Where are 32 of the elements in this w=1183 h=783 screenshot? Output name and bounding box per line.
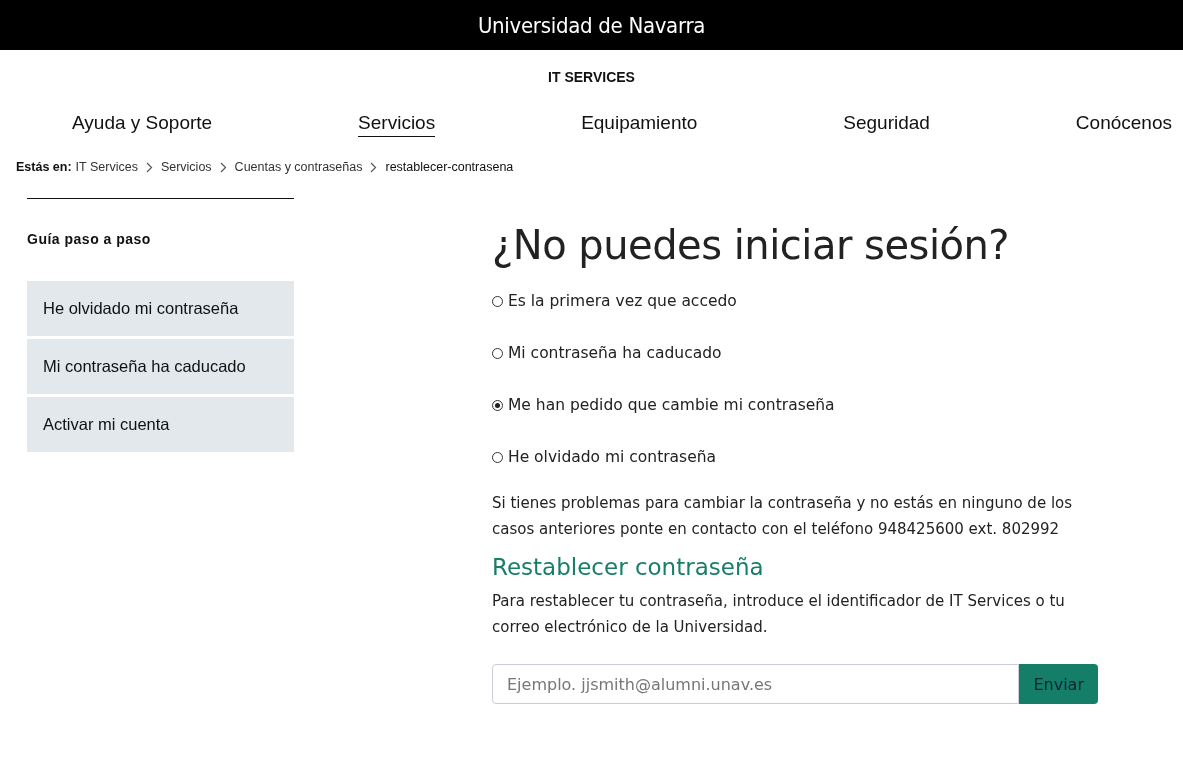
nav-link[interactable]: Ayuda y Soporte bbox=[72, 112, 213, 136]
university-name: Universidad de Navarra bbox=[477, 12, 706, 38]
sidebar-item[interactable]: Activar mi cuenta bbox=[27, 397, 294, 452]
instructions-text: Para restablecer tu contraseña, introduce el identificador de IT Services o tu correo electrónico de la Universidad. bbox=[492, 591, 1066, 638]
sidebar-item[interactable]: Mi contraseña ha caducado bbox=[27, 339, 294, 394]
chevron-icon bbox=[219, 161, 227, 173]
chevron-icon bbox=[370, 161, 378, 173]
radio-label: He olvidado mi contraseña bbox=[508, 448, 717, 466]
page-heading: ¿No puedes iniciar sesión? bbox=[492, 222, 1011, 268]
breadcrumb-link[interactable]: IT Services bbox=[75, 160, 138, 174]
chevron-icon bbox=[145, 161, 153, 173]
breadcrumb-label: Estás en: bbox=[16, 160, 72, 174]
current-page-label: restablecer-contrasena bbox=[385, 160, 514, 174]
sidebar-item[interactable]: He olvidado mi contraseña bbox=[27, 281, 294, 336]
section-heading: Restablecer contraseña bbox=[492, 554, 765, 580]
radio-option[interactable]: He olvidado mi contraseña bbox=[492, 446, 1098, 468]
breadcrumb-link[interactable]: Servicios bbox=[160, 160, 212, 174]
nav-link[interactable]: Equipamiento bbox=[581, 112, 698, 136]
nav-link[interactable]: Servicios bbox=[358, 112, 436, 137]
radio-label: Me han pedido que cambie mi contraseña bbox=[508, 396, 835, 414]
site-title[interactable]: IT SERVICES bbox=[541, 69, 642, 85]
nav-link[interactable]: Seguridad bbox=[843, 112, 930, 136]
radio-option[interactable]: Me han pedido que cambie mi contraseña bbox=[492, 394, 1098, 416]
help-text: Si tienes problemas para cambiar la contraseña y no estás en ninguno de los casos anteriores ponte en contacto con el teléfono 948425600 ext. 802992 bbox=[492, 493, 1074, 540]
nav-link[interactable]: Conócenos bbox=[1075, 112, 1172, 136]
radio-option[interactable]: Es la primera vez que accedo bbox=[492, 290, 1098, 312]
radio-label: Es la primera vez que accedo bbox=[508, 292, 737, 310]
radio-option[interactable]: Mi contraseña ha caducado bbox=[492, 342, 1098, 364]
breadcrumb-link[interactable]: Cuentas y contraseñas bbox=[234, 160, 363, 174]
email-input[interactable]: Ejemplo. jjsmith@alumni.unav.es bbox=[492, 664, 1020, 704]
sidebar-title: Guía paso a paso bbox=[27, 231, 152, 247]
radio-label: Mi contraseña ha caducado bbox=[508, 344, 722, 362]
